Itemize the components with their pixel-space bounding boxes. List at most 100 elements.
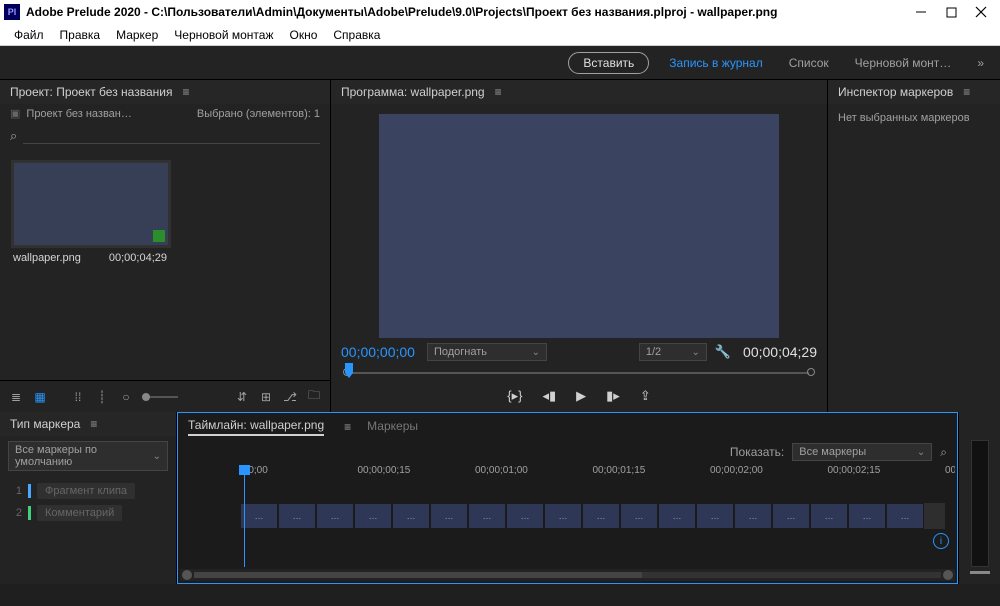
marker-type-item[interactable]: 1Фрагмент клипа [8,480,168,502]
playhead[interactable] [343,363,355,379]
step-forward-icon[interactable]: ▮▸ [606,388,620,404]
workspace-roughcut[interactable]: Черновой монт… [849,53,958,73]
clip-thumbnail[interactable]: wallpaper.png 00;00;04;29 [10,159,170,269]
marker-filter-label: Все маркеры [799,446,866,458]
tool-icon-4[interactable]: ⎇ [282,390,298,404]
export-icon[interactable]: ⇪ [640,388,651,404]
settings-icon[interactable]: 🔧 [715,344,731,360]
panel-menu-icon[interactable]: ≡ [963,85,970,99]
marker-type-item[interactable]: 2Комментарий [8,502,168,524]
timeline-clip[interactable]: … [620,503,658,529]
project-panel-title[interactable]: Проект: Проект без названия ≡ [0,80,330,104]
play-icon[interactable]: ▶ [576,388,586,404]
timeline-clip[interactable]: … [354,503,392,529]
selection-count: Выбрано (элементов): 1 [197,108,320,120]
menu-edit[interactable]: Правка [52,28,109,42]
info-icon[interactable]: i [933,533,949,549]
timeline-clip[interactable]: … [278,503,316,529]
maximize-button[interactable] [936,0,966,24]
sort-icon[interactable]: ⇵ [234,390,250,404]
timeline-playhead[interactable] [244,465,245,567]
timeline-clip[interactable]: … [772,503,810,529]
panel-menu-icon[interactable]: ≡ [182,85,189,99]
out-point-handle[interactable] [807,368,815,376]
timeline-clip[interactable]: … [658,503,696,529]
timeline-clip[interactable]: … [696,503,734,529]
search-icon[interactable]: ⌕ [10,125,17,147]
timeline-clip[interactable]: … [734,503,772,529]
thumb-view-icon[interactable]: ▦ [32,390,48,404]
scroll-cap-right[interactable] [943,570,953,580]
resolution-label: 1/2 [646,346,661,358]
minimize-button[interactable] [906,0,936,24]
tab-markers[interactable]: Маркеры [367,419,418,435]
program-monitor[interactable] [331,104,827,341]
step-back-icon[interactable]: ◂▮ [542,388,556,404]
marker-set-dropdown[interactable]: Все маркеры по умолчанию ⌄ [8,441,168,471]
fit-dropdown[interactable]: Подогнать ⌄ [427,343,547,361]
scroll-track[interactable] [194,572,941,578]
workspace-list[interactable]: Список [783,53,835,73]
marker-filter-dropdown[interactable]: Все маркеры ⌄ [792,443,932,461]
menu-window[interactable]: Окно [282,28,326,42]
close-button[interactable] [966,0,996,24]
timeline-body[interactable]: ;00;0000;00;00;1500;00;01;0000;00;01;150… [180,465,955,567]
scroll-cap-left[interactable] [182,570,192,580]
tab-timeline[interactable]: Таймлайн: wallpaper.png [188,418,324,436]
thumb-size-slider[interactable] [142,396,178,398]
ruler-tick: 00;00;01;15 [593,465,646,476]
timeline-clip[interactable]: … [886,503,924,529]
menu-file[interactable]: Файл [6,28,52,42]
timecode-out: 00;00;04;29 [739,344,821,360]
timeline-clip[interactable]: … [392,503,430,529]
timeline-clip[interactable]: … [582,503,620,529]
mark-in-out-icon[interactable]: {▸} [507,388,522,404]
search-input[interactable] [23,128,320,144]
menu-marker[interactable]: Маркер [108,28,166,42]
program-ruler[interactable] [337,363,821,383]
chevron-down-icon: ⌄ [691,347,699,358]
menu-roughcut[interactable]: Черновой монтаж [166,28,281,42]
zoom-reset-icon[interactable]: ○ [118,390,134,404]
panel-menu-icon[interactable]: ≡ [495,85,502,99]
search-icon[interactable]: ⌕ [940,445,947,460]
timeline-clip[interactable]: … [468,503,506,529]
panel-menu-icon[interactable]: ≡ [90,417,97,431]
timeline-clip[interactable]: … [544,503,582,529]
ingest-button[interactable]: Вставить [568,52,649,74]
timeline-clip[interactable]: … [430,503,468,529]
timeline-clip[interactable]: … [240,503,278,529]
fit-label: Подогнать [434,346,487,358]
marker-color-icon [28,484,31,498]
timeline-track[interactable]: ……………………………………………… [240,503,945,529]
timeline-clip[interactable]: … [848,503,886,529]
marker-color-icon [28,506,31,520]
timeline-scrollbar[interactable] [180,569,955,581]
resolution-dropdown[interactable]: 1/2 ⌄ [639,343,707,361]
tool-icon-1[interactable]: ⁞⁞ [70,390,86,404]
marker-type-num: 1 [10,485,22,497]
ruler-tick: 00;00;0 [945,465,955,476]
timeline-ruler[interactable]: ;00;0000;00;00;1500;00;01;0000;00;01;150… [240,465,945,487]
menu-help[interactable]: Справка [325,28,388,42]
menu-bar: Файл Правка Маркер Черновой монтаж Окно … [0,24,1000,46]
timeline-clip[interactable]: … [506,503,544,529]
panel-menu-icon[interactable]: ≡ [344,420,351,434]
timeline-clip[interactable]: … [316,503,354,529]
audio-meter[interactable] [971,440,989,567]
bin-name[interactable]: Проект без назван… [26,108,196,120]
list-view-icon[interactable]: ≣ [8,390,24,404]
program-panel-title[interactable]: Программа: wallpaper.png ≡ [331,80,827,104]
timeline-clip[interactable]: … [810,503,848,529]
tool-icon-3[interactable]: ⊞ [258,390,274,404]
tool-icon-2[interactable]: ┊ [94,390,110,404]
scroll-thumb[interactable] [194,572,642,578]
new-folder-icon[interactable]: 🗀 [306,386,322,407]
workspace-overflow[interactable]: » [971,53,990,73]
timecode-in[interactable]: 00;00;00;00 [337,344,419,360]
maximize-icon [946,7,957,18]
chevron-down-icon: ⌄ [532,347,540,358]
inspector-panel-title[interactable]: Инспектор маркеров ≡ [828,80,1000,104]
workspace-logging[interactable]: Запись в журнал [663,53,768,73]
marker-type-title[interactable]: Тип маркера ≡ [0,412,176,436]
